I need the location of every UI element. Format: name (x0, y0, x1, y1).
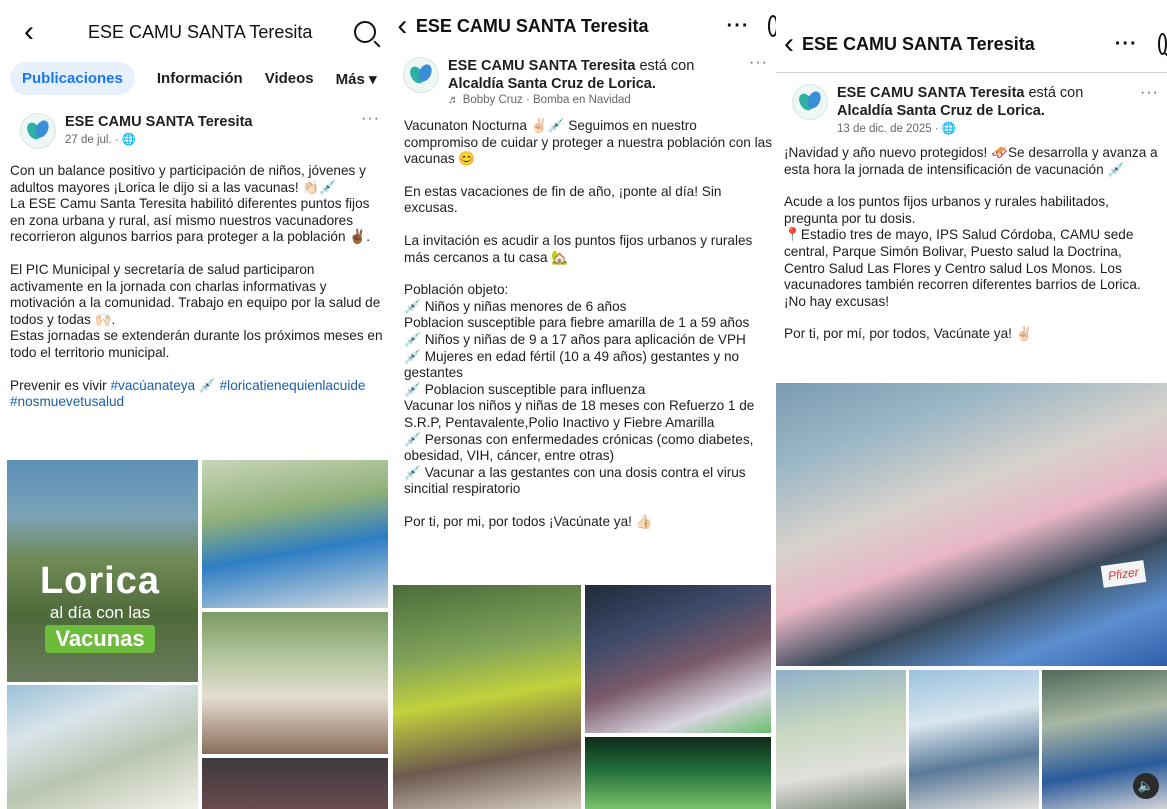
tab-mas[interactable]: Más ▾ (336, 70, 377, 88)
page-title: ESE CAMU SANTA Teresita (88, 21, 313, 42)
hashtag-line: Prevenir es vivir #vacúanateya 💉 #lorica… (10, 377, 366, 410)
text-line: Por ti, por mí, por todos, Vacúnate ya! … (784, 326, 1033, 342)
paragraph (10, 246, 386, 262)
post-header: ESE CAMU SANTA Teresita 27 de jul. · 🌐 (20, 113, 252, 149)
collage-photo-night-event[interactable] (585, 585, 771, 733)
collage-photo-night[interactable] (202, 758, 388, 809)
text-line (784, 178, 1162, 194)
paragraph: Con un balance positivo y participación … (10, 163, 366, 195)
top-bar: ‹ ESE CAMU SANTA Teresita ··· (776, 18, 1167, 70)
post-music[interactable]: ♬ Bobby Cruz · Bomba en Navidad (448, 94, 743, 106)
hashtag[interactable]: #nosmuevetusalud (10, 394, 124, 409)
post-author[interactable]: ESE CAMU SANTA Teresita (65, 113, 252, 131)
collage-photo-team[interactable] (202, 612, 388, 754)
text-line: Poblacion susceptible para fiebre amaril… (404, 315, 750, 331)
avatar[interactable] (792, 84, 828, 120)
post-screenshot-1: ‹ ESE CAMU SANTA Teresita Publicaciones … (0, 0, 388, 809)
post-author-line[interactable]: ESE CAMU SANTA Teresita está con Alcaldí… (448, 57, 743, 93)
text-line: 💉 Niños y niñas de 9 a 17 años para apli… (404, 331, 746, 347)
tab-videos[interactable]: Videos (265, 70, 314, 87)
page-title: ESE CAMU SANTA Teresita (802, 33, 1035, 54)
more-options-icon[interactable]: ··· (1115, 33, 1138, 56)
text-line: Vacunaton Nocturna ✌🏻💉 Seguimos en nuest… (404, 118, 772, 167)
collage-photo-table[interactable] (202, 460, 388, 608)
back-arrow-icon[interactable]: ‹ (14, 17, 44, 47)
more-options-icon[interactable]: ··· (749, 54, 768, 72)
text-line: 💉 Personas con enfermedades crónicas (co… (404, 431, 754, 464)
text-line: 💉 Vacunar a las gestantes con una dosis … (404, 464, 746, 497)
tab-publicaciones[interactable]: Publicaciones (10, 62, 135, 95)
post-screenshot-3: ‹ ESE CAMU SANTA Teresita ··· ESE CAMU S… (776, 0, 1167, 809)
post-date[interactable]: 13 de dic. de 2025 · 🌐 (837, 121, 1127, 135)
search-icon[interactable] (354, 21, 377, 43)
paragraph: El PIC Municipal y secretaría de salud p… (10, 261, 381, 327)
hashtag[interactable]: #loricatienequienlacuide (220, 378, 366, 393)
text-line (404, 498, 772, 514)
post-date[interactable]: 27 de jul. · 🌐 (65, 132, 252, 146)
tab-informacion[interactable]: Información (157, 70, 243, 87)
text-line: 📍Estadio tres de mayo, IPS Salud Córdoba… (784, 227, 1141, 309)
post-header: ESE CAMU SANTA Teresita está con Alcaldí… (403, 57, 743, 106)
more-options-icon[interactable]: ··· (361, 110, 380, 128)
back-arrow-icon[interactable]: ‹ (397, 11, 408, 41)
more-options-icon[interactable]: ··· (727, 15, 750, 38)
text-line: Por ti, por mi, por todos ¡Vacúnate ya! … (404, 513, 653, 529)
main-photo-baby-vaccine[interactable]: Pfizer (776, 383, 1167, 666)
paragraph: La ESE Camu Santa Teresita habilitó dife… (10, 196, 370, 245)
text-line (404, 168, 772, 184)
post-body: ¡Navidad y año nuevo protegidos! 🛷Se des… (784, 145, 1162, 343)
text-line: 💉 Poblacion susceptible para influenza (404, 381, 646, 397)
text-line: Vacunar los niños y niñas de 18 meses co… (404, 398, 755, 430)
image-overlay-title: Lorica al día con las Vacunas (39, 560, 161, 653)
text-line (404, 217, 772, 233)
divider (776, 72, 1167, 73)
collage-photo-group-table[interactable]: 🔈 (1042, 670, 1167, 809)
collage-photo-outdoor[interactable] (776, 670, 906, 809)
more-options-icon[interactable]: ··· (1140, 84, 1159, 102)
avatar[interactable] (403, 57, 439, 93)
top-bar: ‹ ESE CAMU SANTA Teresita ··· (393, 0, 778, 52)
text-line: 💉 Niños y niñas menores de 6 años (404, 298, 627, 314)
post-body: Vacunaton Nocturna ✌🏻💉 Seguimos en nuest… (404, 118, 772, 530)
text-line: Población objeto: (404, 282, 509, 298)
post-screenshot-2: ‹ ESE CAMU SANTA Teresita ··· ESE CAMU S… (393, 0, 778, 809)
vaccine-cooler-label: Pfizer (1100, 560, 1147, 588)
back-arrow-icon[interactable]: ‹ (784, 29, 794, 59)
top-bar: ‹ ESE CAMU SANTA Teresita (0, 6, 388, 58)
collage-photo-nurse[interactable] (909, 670, 1039, 809)
post-header: ESE CAMU SANTA Teresita está con Alcaldí… (792, 84, 1127, 135)
text-line: 💉 Mujeres en edad fértil (10 a 49 años) … (404, 348, 740, 381)
sound-icon[interactable]: 🔈 (1133, 773, 1159, 799)
post-author-line[interactable]: ESE CAMU SANTA Teresita está con Alcaldí… (837, 84, 1127, 120)
collage-photo-child-vaccine[interactable] (393, 585, 581, 809)
text-line: ¡Navidad y año nuevo protegidos! 🛷Se des… (784, 145, 1158, 177)
hashtag[interactable]: #vacúanateya (110, 378, 195, 393)
post-body: Con un balance positivo y participación … (10, 163, 386, 411)
text-line: Acude a los puntos fijos urbanos y rural… (784, 194, 1109, 226)
text-line: En estas vacaciones de fin de año, ¡pont… (404, 183, 722, 216)
paragraph (10, 362, 386, 378)
collage-photo-vaccination[interactable] (7, 685, 198, 809)
profile-tabs: Publicaciones Información Videos Más ▾ (10, 62, 382, 95)
text-line (404, 266, 772, 282)
paragraph: Estas jornadas se extenderán durante los… (10, 328, 383, 360)
text-line (784, 310, 1162, 326)
search-icon[interactable] (1157, 33, 1167, 55)
page-title: ESE CAMU SANTA Teresita (415, 15, 649, 36)
collage-photo-lights[interactable] (585, 737, 771, 809)
text-line: La invitación es acudir a los puntos fij… (404, 232, 753, 265)
avatar[interactable] (20, 113, 56, 149)
